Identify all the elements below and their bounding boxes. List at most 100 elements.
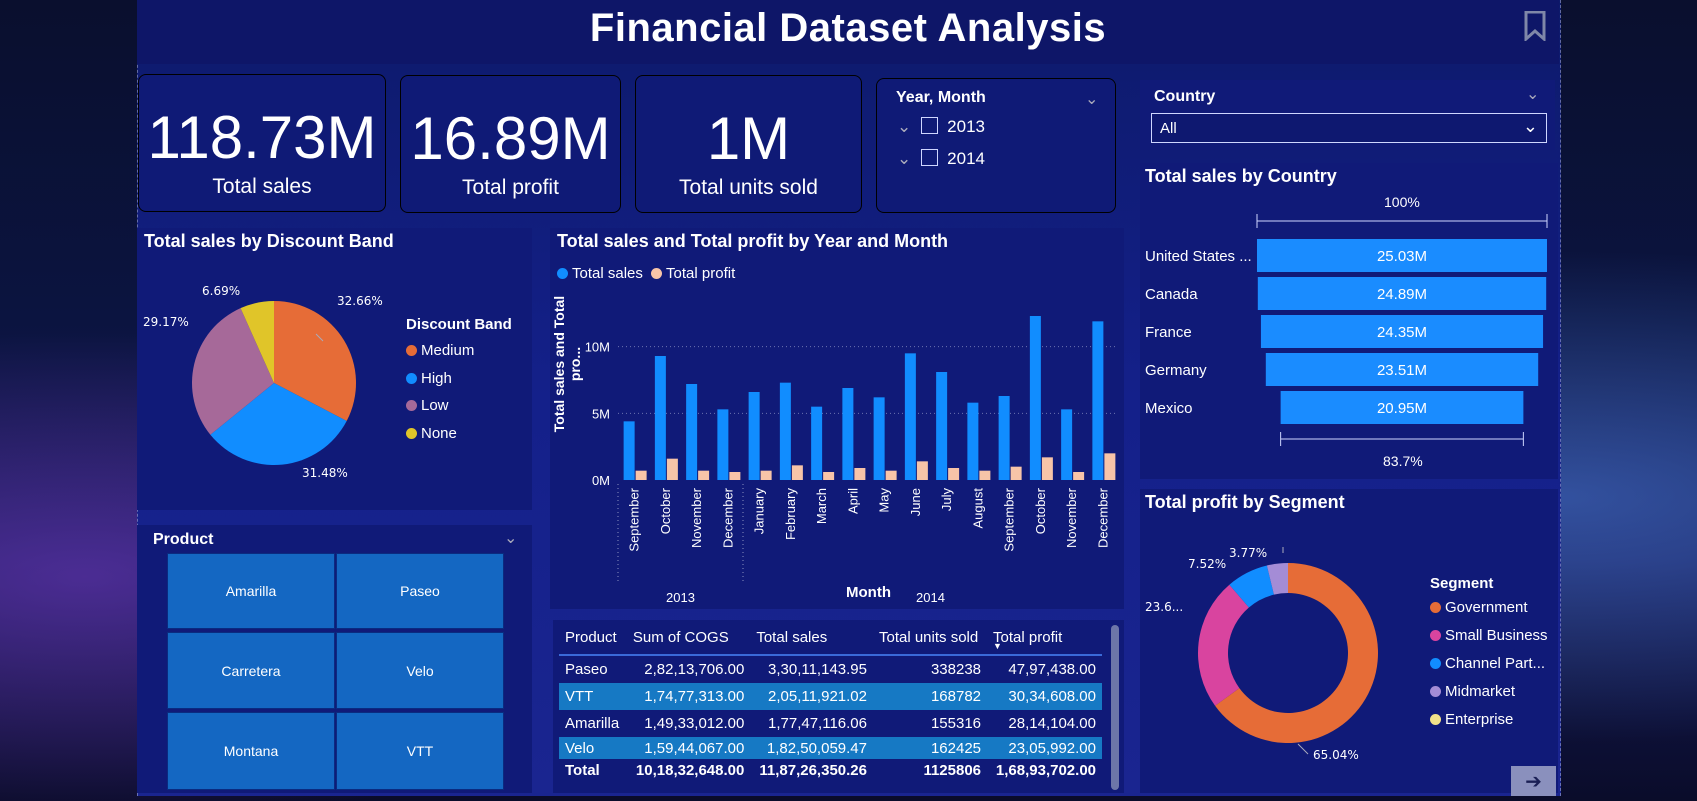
bar-total-profit[interactable] — [1104, 453, 1116, 480]
legend-item-high[interactable]: High — [406, 370, 452, 387]
table-row[interactable]: Paseo 2,82,13,706.00 3,30,11,143.95 3382… — [559, 655, 1102, 683]
bar-total-sales[interactable] — [717, 409, 729, 480]
table-cell: 1,82,50,059.47 — [766, 739, 867, 757]
table-cell: 1,77,47,116.06 — [768, 715, 867, 732]
slicer-title: Country — [1154, 88, 1216, 105]
table-cell: Total — [565, 761, 600, 779]
legend-item-none[interactable]: None — [406, 425, 457, 442]
bar-total-sales[interactable] — [623, 421, 635, 480]
kpi-value: 1M — [706, 105, 791, 172]
tile-velo[interactable]: Velo — [336, 632, 504, 709]
bar-total-sales[interactable] — [779, 382, 791, 480]
table-scrollbar[interactable] — [1111, 625, 1119, 790]
bar-total-profit[interactable] — [979, 470, 991, 480]
bar-total-sales[interactable] — [748, 392, 760, 480]
sales-profit-chart-panel: Total sales and Total profit by Year and… — [550, 228, 1124, 609]
table-cell: VTT — [565, 688, 594, 705]
bar-total-sales[interactable] — [654, 356, 666, 480]
bar-total-sales[interactable] — [1029, 316, 1041, 480]
bar-total-sales[interactable] — [936, 372, 948, 480]
expand-chevron-icon[interactable]: ⌄ — [897, 117, 911, 136]
bar-total-sales[interactable] — [1092, 321, 1104, 480]
table-row[interactable]: VTT 1,74,77,313.00 2,05,11,921.02 168782… — [559, 683, 1102, 710]
col-header[interactable]: Total sales — [750, 620, 873, 655]
bar-total-profit[interactable] — [1041, 457, 1053, 480]
table-cell: 1,49,33,012.00 — [644, 715, 745, 732]
sort-desc-icon: ▼ — [993, 641, 1002, 651]
table-cell: 23,05,992.00 — [1008, 739, 1096, 757]
product-table-panel: Product Sum of COGS Total sales Total un… — [553, 620, 1124, 793]
chevron-down-icon[interactable]: ⌄ — [504, 528, 517, 547]
donut-slice[interactable] — [1198, 584, 1249, 706]
legend-item-small-business[interactable]: Small Business — [1430, 627, 1548, 644]
table-cell: 162425 — [930, 739, 982, 757]
bar-total-profit[interactable] — [854, 468, 866, 480]
col-header[interactable]: Total units sold — [873, 620, 987, 655]
table-cell: 338238 — [930, 661, 982, 678]
bar-total-sales[interactable] — [686, 384, 698, 480]
checkbox[interactable] — [920, 117, 938, 134]
bar-total-sales[interactable] — [998, 396, 1010, 480]
bar-total-profit[interactable] — [760, 470, 772, 480]
col-header-sorted[interactable]: Total profit ▼ — [987, 620, 1102, 655]
slicer-item-2013[interactable]: ⌄ 2013 — [897, 117, 985, 137]
slicer-item-2014[interactable]: ⌄ 2014 — [897, 149, 985, 169]
x-tick-label: April — [845, 488, 860, 514]
bar-total-sales[interactable] — [873, 397, 885, 480]
expand-chevron-icon[interactable]: ⌄ — [897, 149, 911, 168]
bar-total-sales[interactable] — [811, 406, 823, 480]
legend-item-midmarket[interactable]: Midmarket — [1430, 683, 1515, 700]
legend-dot — [1430, 602, 1441, 613]
bar-total-profit[interactable] — [916, 461, 928, 480]
tile-paseo[interactable]: Paseo — [336, 553, 504, 629]
bar-total-profit[interactable] — [823, 472, 835, 480]
donut-label-small-business: 23.6... — [1145, 600, 1184, 614]
legend-item-channel[interactable]: Channel Part... — [1430, 655, 1545, 672]
bar-total-sales[interactable] — [967, 402, 979, 480]
bar-total-profit[interactable] — [698, 470, 710, 480]
table-cell: 2,82,13,706.00 — [644, 661, 745, 678]
bar-total-profit[interactable] — [729, 472, 741, 480]
bar-total-sales[interactable] — [1061, 409, 1073, 480]
bar-total-sales[interactable] — [842, 388, 854, 480]
table-cell: 1,59,44,067.00 — [644, 739, 745, 757]
tile-carretera[interactable]: Carretera — [167, 632, 335, 709]
slicer-title: Product — [153, 531, 214, 548]
product-slicer: Product ⌄ Amarilla Paseo Carretera Velo … — [137, 525, 532, 793]
legend-label: Low — [421, 397, 449, 414]
bar-total-profit[interactable] — [635, 470, 647, 480]
tile-montana[interactable]: Montana — [167, 712, 335, 790]
column-chart: 0M 5M 10M September October November December J… — [585, 316, 1118, 605]
chevron-down-icon[interactable]: ⌄ — [1526, 84, 1539, 103]
tile-vtt[interactable]: VTT — [336, 712, 504, 790]
table-row[interactable]: Amarilla 1,49,33,012.00 1,77,47,116.06 1… — [559, 710, 1102, 737]
country-bar-value: 25.03M — [1377, 248, 1427, 265]
legend-label: Small Business — [1445, 627, 1548, 644]
bar-total-profit[interactable] — [948, 468, 960, 480]
legend-item-enterprise[interactable]: Enterprise — [1430, 711, 1513, 728]
legend-label: Government — [1445, 599, 1528, 616]
table-row[interactable]: Velo 1,59,44,067.00 1,82,50,059.47 16242… — [559, 737, 1102, 759]
country-bar-value: 23.51M — [1377, 362, 1427, 379]
bar-total-profit[interactable] — [1073, 472, 1085, 480]
bookmark-icon[interactable] — [1524, 10, 1546, 43]
legend-item-government[interactable]: Government — [1430, 599, 1528, 616]
bar-total-profit[interactable] — [791, 465, 803, 480]
bar-total-profit[interactable] — [885, 470, 897, 480]
col-header[interactable]: Sum of COGS — [627, 620, 750, 655]
chevron-down-icon[interactable]: ⌄ — [1085, 89, 1098, 108]
checkbox[interactable] — [920, 149, 938, 166]
bar-total-profit[interactable] — [666, 458, 678, 480]
col-header[interactable]: Product — [559, 620, 627, 655]
legend-dot — [1430, 714, 1441, 725]
tile-amarilla[interactable]: Amarilla — [167, 553, 335, 629]
donut-label-government: 65.04% — [1313, 748, 1359, 762]
bar-total-sales[interactable] — [904, 353, 916, 480]
bar-total-profit[interactable] — [1010, 466, 1022, 480]
panel-title: Total sales by Discount Band — [144, 231, 394, 251]
legend-item-low[interactable]: Low — [406, 397, 449, 414]
legend-item-medium[interactable]: Medium — [406, 342, 474, 359]
page-title: Financial Dataset Analysis — [589, 6, 1107, 50]
country-dropdown[interactable]: All ⌄ — [1151, 113, 1547, 143]
next-page-button[interactable]: ➔ — [1511, 766, 1556, 796]
